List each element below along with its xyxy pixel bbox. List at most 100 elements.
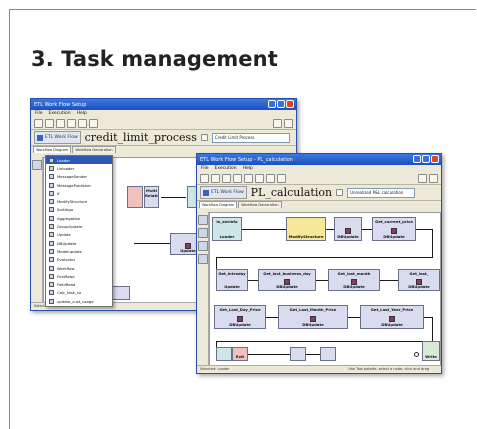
- workflow-node[interactable]: Multi Relation: [144, 186, 159, 208]
- pause-icon[interactable]: [255, 173, 264, 183]
- close-button[interactable]: [286, 100, 294, 108]
- workflow-node[interactable]: Get_current_price DBUpdate: [372, 217, 416, 241]
- save-icon[interactable]: [222, 173, 231, 183]
- node-label: in_secinfo: [216, 219, 238, 224]
- workflow-node[interactable]: in_secinfo Loader: [212, 217, 242, 241]
- titlebar[interactable]: ETL Work Flow Setup: [31, 99, 296, 110]
- flow-description-input[interactable]: Credit Limit Process: [211, 132, 290, 143]
- menu-item[interactable]: MessageSender: [46, 173, 112, 181]
- toolbar: [31, 117, 296, 130]
- palette-update-icon[interactable]: [197, 228, 208, 238]
- edit-icon[interactable]: [336, 189, 344, 196]
- menu-item[interactable]: Modelupdate: [46, 247, 112, 255]
- step-icon[interactable]: [277, 173, 286, 183]
- new-icon[interactable]: [34, 118, 43, 128]
- menu-item[interactable]: FieldRead: [46, 280, 112, 288]
- end-port[interactable]: [414, 352, 419, 357]
- pause-icon[interactable]: [89, 118, 98, 128]
- menu-item[interactable]: Calc_task_co: [46, 289, 112, 297]
- menu-help[interactable]: Help: [243, 166, 253, 171]
- minimize-button[interactable]: [413, 155, 421, 163]
- menu-item[interactable]: FirstRead: [46, 272, 112, 280]
- etl-workflow-badge[interactable]: ETL Work Flow: [34, 131, 81, 144]
- node-label: Get_last_month: [337, 271, 371, 276]
- node-sublabel: DBUpdate: [343, 284, 365, 289]
- workflow-canvas[interactable]: in_secinfo Loader ModifyStructure DBUpdat…: [209, 212, 441, 368]
- menu-item[interactable]: If: [46, 189, 112, 197]
- tab-workflow-diagram[interactable]: Workflow Diagram: [199, 201, 238, 208]
- palette-select-icon[interactable]: [197, 254, 208, 264]
- edit-icon[interactable]: [200, 134, 208, 141]
- titlebar[interactable]: ETL Work Flow Setup - PL_calculation: [197, 154, 441, 165]
- palette-link-icon[interactable]: [197, 241, 208, 251]
- help-icon[interactable]: [273, 118, 282, 128]
- minimize-button[interactable]: [268, 100, 276, 108]
- etl-window-front[interactable]: ETL Work Flow Setup - PL_calculation Fil…: [196, 153, 442, 374]
- workflow-node[interactable]: Get_last_month DBUpdate: [328, 269, 380, 291]
- menu-item[interactable]: Aggregation: [46, 214, 112, 222]
- menu-execution[interactable]: Execution: [215, 166, 237, 171]
- menu-item[interactable]: Evaluator: [46, 256, 112, 264]
- maximize-button[interactable]: [277, 100, 285, 108]
- tab-workflow-declaration[interactable]: Workflow Declaration: [72, 146, 116, 153]
- maximize-button[interactable]: [422, 155, 430, 163]
- menu-item[interactable]: ModifyStructure: [46, 197, 112, 205]
- debug-icon[interactable]: [266, 173, 275, 183]
- exit-icon[interactable]: [429, 173, 438, 183]
- menu-item[interactable]: Workflow: [46, 264, 112, 272]
- tab-workflow-diagram[interactable]: Workflow Diagram: [33, 146, 72, 153]
- calc-icon: [49, 290, 54, 296]
- status-bar: Selected: Loader Use Tool palette, selec…: [197, 365, 441, 373]
- menu-file[interactable]: File: [35, 111, 43, 116]
- save-icon[interactable]: [56, 118, 65, 128]
- workflow-node[interactable]: Exit: [232, 347, 248, 361]
- menu-file[interactable]: File: [201, 166, 209, 171]
- new-icon[interactable]: [200, 173, 209, 183]
- open-icon[interactable]: [45, 118, 54, 128]
- connector: [380, 280, 398, 281]
- workflow-node[interactable]: [127, 186, 143, 208]
- workflow-node[interactable]: ModifyStructure: [286, 217, 326, 241]
- stop-icon[interactable]: [244, 173, 253, 183]
- run-icon[interactable]: [67, 118, 76, 128]
- menu-item[interactable]: GroupUpdate: [46, 222, 112, 230]
- node-icon: [310, 315, 316, 322]
- menu-execution[interactable]: Execution: [49, 111, 71, 116]
- workflow-node[interactable]: [216, 347, 232, 361]
- palette-tool-icon[interactable]: [31, 160, 42, 170]
- etl-workflow-badge[interactable]: ETL Work Flow: [200, 186, 247, 199]
- flow-description-input[interactable]: Unrealized P&L calculation: [347, 187, 416, 198]
- menu-item[interactable]: Unloader: [46, 164, 112, 172]
- node-type-dropdown[interactable]: Loader Unloader MessageSender MessagePub…: [45, 155, 113, 307]
- tab-workflow-declaration[interactable]: Workflow Declaration: [238, 201, 282, 208]
- help-icon[interactable]: [418, 173, 427, 183]
- workflow-node[interactable]: Get_intraday Update: [216, 269, 248, 291]
- exit-icon[interactable]: [284, 118, 293, 128]
- menu-help[interactable]: Help: [77, 111, 87, 116]
- menu-item[interactable]: Update: [46, 231, 112, 239]
- open-icon[interactable]: [211, 173, 220, 183]
- stop-icon[interactable]: [78, 118, 87, 128]
- menu-item[interactable]: update_cust_usage: [46, 297, 112, 305]
- palette-loader-icon[interactable]: [197, 215, 208, 225]
- loader-icon: [49, 157, 54, 163]
- connector: [316, 280, 328, 281]
- run-icon[interactable]: [233, 173, 242, 183]
- workflow-node[interactable]: [320, 347, 336, 361]
- connector: [248, 280, 258, 281]
- workflow-node[interactable]: Get_Last_Year_Price DBUpdate: [360, 305, 424, 329]
- workflow-node[interactable]: Write: [422, 341, 440, 361]
- node-label: Get_last_: [409, 271, 429, 276]
- workflow-node[interactable]: DBUpdate: [334, 217, 362, 241]
- workflow-node[interactable]: Get_last_ DBUpdate: [398, 269, 440, 291]
- connector: [362, 229, 372, 230]
- workflow-node[interactable]: Get_last_business_day DBUpdate: [258, 269, 316, 291]
- menu-item[interactable]: MessagePublisher: [46, 181, 112, 189]
- menu-item[interactable]: SortAlgo: [46, 206, 112, 214]
- workflow-node[interactable]: Get_Last_Month_Price DBUpdate: [278, 305, 348, 329]
- menu-item[interactable]: DBUpdate: [46, 239, 112, 247]
- workflow-node[interactable]: Get_Last_Day_Price DBUpdate: [214, 305, 266, 329]
- menu-item[interactable]: Loader: [46, 156, 112, 165]
- workflow-node[interactable]: [290, 347, 306, 361]
- close-button[interactable]: [431, 155, 439, 163]
